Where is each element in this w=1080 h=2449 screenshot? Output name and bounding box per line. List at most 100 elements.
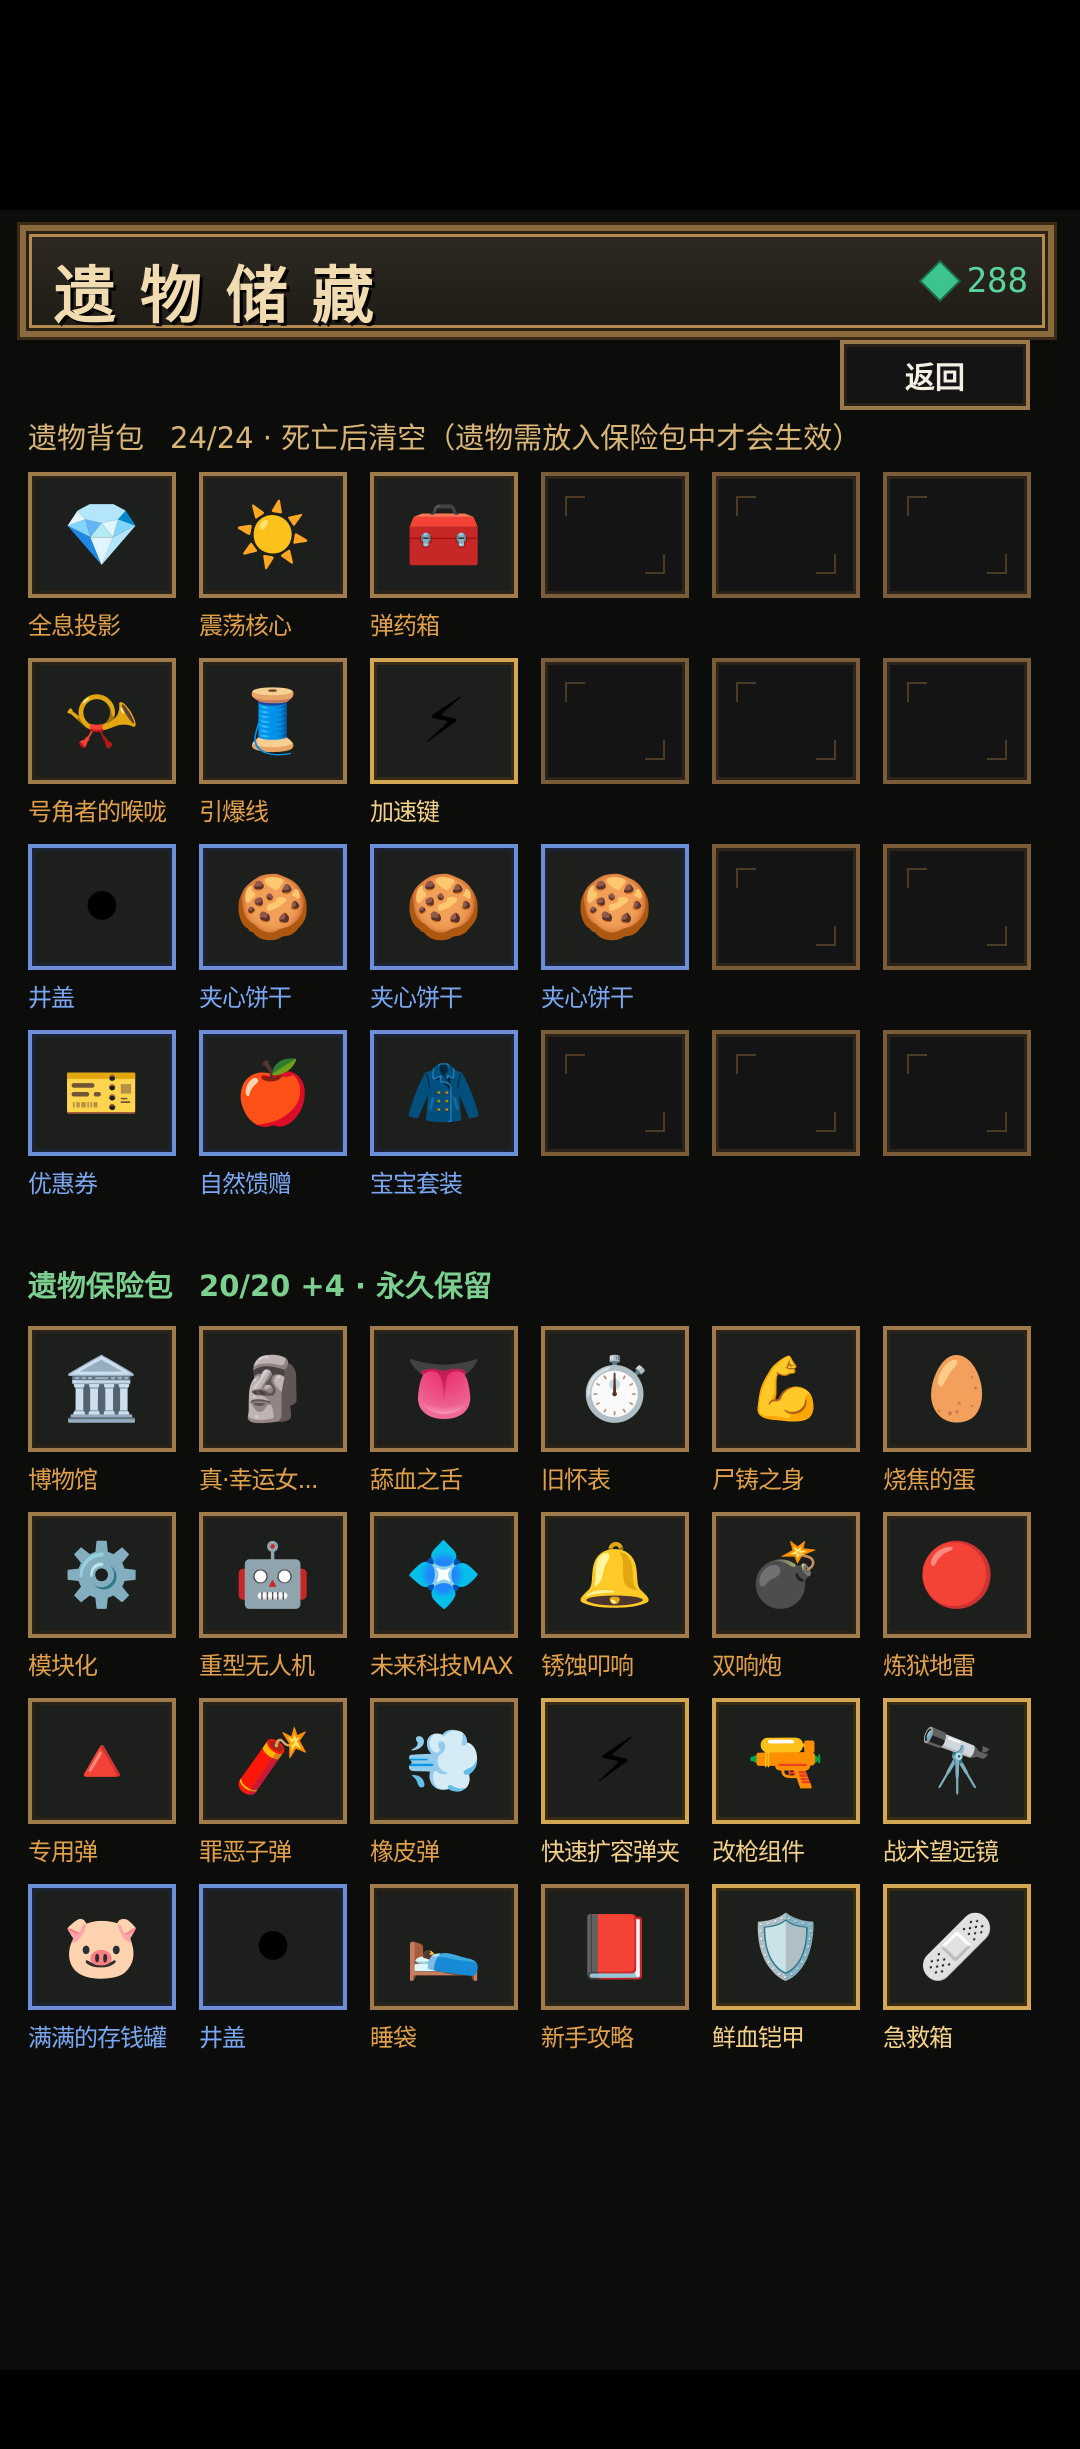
relic-slot[interactable]: ⚫ (199, 1884, 347, 2010)
empty-slot[interactable] (883, 1030, 1031, 1156)
vault-cell: 👅 舔血之舌 (370, 1326, 518, 1495)
empty-slot[interactable] (712, 1030, 860, 1156)
relic-label: 夹心饼干 (199, 984, 292, 1012)
relic-label: 重型无人机 (199, 1652, 315, 1680)
relic-label: 号角者的喉咙 (28, 798, 167, 826)
gun-parts-icon: 🔫 (747, 1724, 825, 1797)
backpack-row: ⚫ 井盖 🍪 夹心饼干 🍪 夹心饼干 🍪 夹心饼干 (28, 844, 1058, 1030)
sleeping-bag-icon: 🛌 (405, 1910, 483, 1983)
relic-slot[interactable]: 💎 (28, 472, 176, 598)
relic-slot[interactable]: 🔔 (541, 1512, 689, 1638)
backpack-cell (883, 472, 1031, 598)
lucky-statue-icon: 🗿 (234, 1352, 312, 1425)
relic-label: 弹药箱 (370, 612, 440, 640)
empty-slot[interactable] (541, 472, 689, 598)
relic-slot[interactable]: ⚫ (28, 844, 176, 970)
relic-label: 满满的存钱罐 (28, 2024, 167, 2052)
backpack-cell (883, 844, 1031, 970)
empty-slot[interactable] (541, 1030, 689, 1156)
empty-slot[interactable] (541, 658, 689, 784)
navigation-bar-area (0, 2370, 1080, 2449)
empty-slot[interactable] (712, 658, 860, 784)
vault-row: ⚙️ 模块化 🤖 重型无人机 💠 未来科技MAX 🔔 锈蚀叩响 💣 双响炮 🔴 炼狱地雷 (28, 1512, 1058, 1698)
relic-slot[interactable]: 💣 (712, 1512, 860, 1638)
relic-slot[interactable]: 🎫 (28, 1030, 176, 1156)
back-button[interactable]: 返回 (840, 340, 1030, 410)
relic-slot[interactable]: 🧥 (370, 1030, 518, 1156)
relic-label: 新手攻略 (541, 2024, 634, 2052)
apple-icon: 🍎 (234, 1056, 312, 1129)
relic-slot[interactable]: 🔭 (883, 1698, 1031, 1824)
relic-label: 自然馈赠 (199, 1170, 292, 1198)
backpack-cell (712, 1030, 860, 1156)
relic-slot[interactable]: ⚡ (541, 1698, 689, 1824)
relic-slot[interactable]: ⚙️ (28, 1512, 176, 1638)
manhole-cover-icon: ⚫ (76, 870, 128, 943)
vault-cell: ⚡ 快速扩容弹夹 (541, 1698, 689, 1867)
ammo-box-icon: 🧰 (405, 498, 483, 571)
backpack-cell (712, 658, 860, 784)
relic-slot[interactable]: 🍪 (541, 844, 689, 970)
guide-book-icon: 📕 (576, 1910, 654, 1983)
relic-slot[interactable]: 🧰 (370, 472, 518, 598)
vault-cell: 💨 橡皮弹 (370, 1698, 518, 1867)
backpack-cell (883, 658, 1031, 784)
relic-slot[interactable]: ☀️ (199, 472, 347, 598)
relic-slot[interactable]: 💨 (370, 1698, 518, 1824)
vault-cell: 🔺 专用弹 (28, 1698, 176, 1867)
relic-slot[interactable]: 🔫 (712, 1698, 860, 1824)
empty-slot[interactable] (883, 844, 1031, 970)
relic-label: 震荡核心 (199, 612, 292, 640)
double-cannon-icon: 💣 (747, 1538, 825, 1611)
relic-slot[interactable]: 🔺 (28, 1698, 176, 1824)
backpack-grid: 💎 全息投影 ☀️ 震荡核心 🧰 弹药箱 📯 号角者的喉咙 🧵 引爆线 ⚡ 加速键 ⚫ 井盖 🍪 夹心饼干 🍪 夹… (28, 472, 1058, 1216)
relic-label: 加速键 (370, 798, 440, 826)
empty-slot[interactable] (712, 844, 860, 970)
rusty-knock-icon: 🔔 (576, 1538, 654, 1611)
module-icon: ⚙️ (63, 1538, 141, 1611)
relic-label: 模块化 (28, 1652, 98, 1680)
relic-slot[interactable]: 🍪 (370, 844, 518, 970)
vault-cell: 🏛️ 博物馆 (28, 1326, 176, 1495)
relic-slot[interactable]: 🐷 (28, 1884, 176, 2010)
relic-label: 舔血之舌 (370, 1466, 463, 1494)
empty-slot[interactable] (883, 658, 1031, 784)
relic-slot[interactable]: 📯 (28, 658, 176, 784)
hologram-crystal-icon: 💎 (63, 498, 141, 571)
relic-slot[interactable]: ⏱️ (541, 1326, 689, 1452)
relic-slot[interactable]: 🩹 (883, 1884, 1031, 2010)
backpack-header: 遗物背包 24/24 · 死亡后清空（遗物需放入保险包中才会生效） (28, 415, 861, 457)
relic-slot[interactable]: 📕 (541, 1884, 689, 2010)
relic-label: 井盖 (28, 984, 75, 1012)
relic-label: 战术望远镜 (883, 1838, 999, 1866)
relic-slot[interactable]: 🍎 (199, 1030, 347, 1156)
relic-slot[interactable]: 💠 (370, 1512, 518, 1638)
relic-slot[interactable]: 🧵 (199, 658, 347, 784)
relic-slot[interactable]: 🤖 (199, 1512, 347, 1638)
relic-slot[interactable]: 🗿 (199, 1326, 347, 1452)
relic-label: 旧怀表 (541, 1466, 611, 1494)
relic-slot[interactable]: 🧨 (199, 1698, 347, 1824)
empty-slot[interactable] (712, 472, 860, 598)
vault-cell: 🗿 真·幸运女... (199, 1326, 347, 1495)
relic-slot[interactable]: 💪 (712, 1326, 860, 1452)
relic-slot[interactable]: 🛌 (370, 1884, 518, 2010)
relic-slot[interactable]: 🍪 (199, 844, 347, 970)
vault-cell: 💪 尸铸之身 (712, 1326, 860, 1495)
purgatory-mine-icon: 🔴 (918, 1538, 996, 1611)
relic-slot[interactable]: 🛡️ (712, 1884, 860, 2010)
empty-slot[interactable] (883, 472, 1031, 598)
relic-slot[interactable]: 👅 (370, 1326, 518, 1452)
vault-info: 20/20 +4 · 永久保留 (199, 1269, 493, 1303)
relic-label: 罪恶子弹 (199, 1838, 292, 1866)
backpack-info: 24/24 · 死亡后清空（遗物需放入保险包中才会生效） (170, 421, 862, 455)
backpack-cell: 🎫 优惠券 (28, 1030, 176, 1199)
relic-label: 引爆线 (199, 798, 269, 826)
relic-slot[interactable]: 🏛️ (28, 1326, 176, 1452)
backpack-cell (541, 1030, 689, 1156)
relic-slot[interactable]: 🥚 (883, 1326, 1031, 1452)
relic-slot[interactable]: 🔴 (883, 1512, 1031, 1638)
backpack-cell: 💎 全息投影 (28, 472, 176, 641)
sandwich-cookie-icon: 🍪 (405, 870, 483, 943)
relic-slot[interactable]: ⚡ (370, 658, 518, 784)
